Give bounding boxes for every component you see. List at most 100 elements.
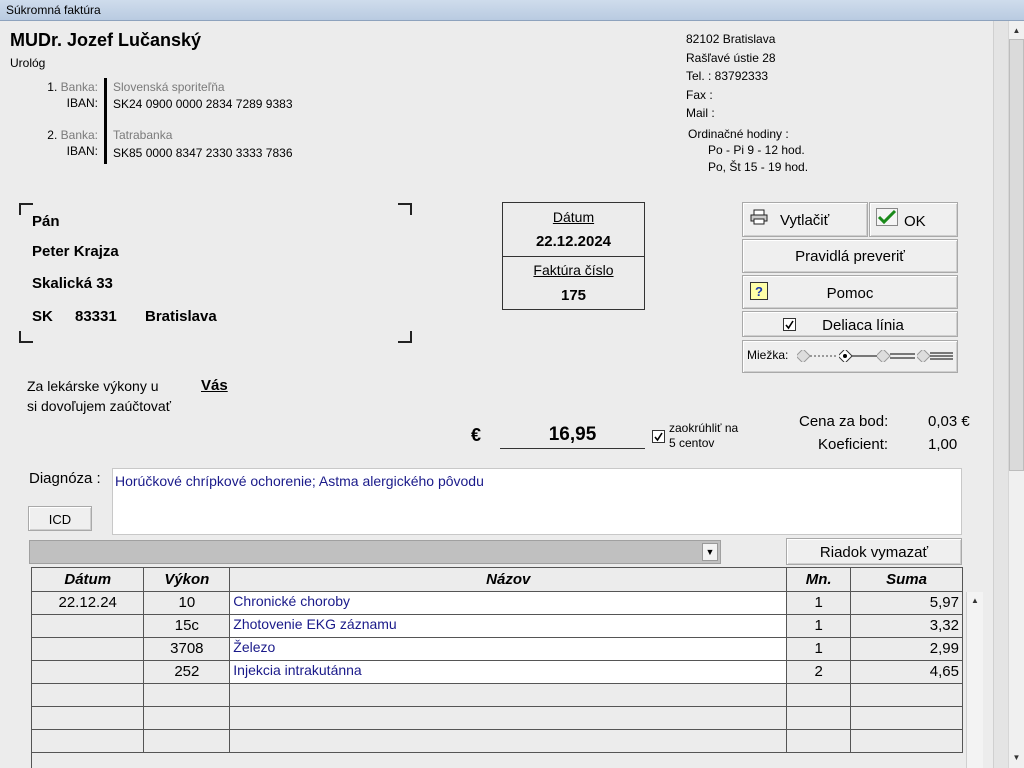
icd-button[interactable]: ICD — [28, 506, 92, 531]
divider-line-toggle[interactable]: Deliaca línia — [742, 311, 958, 337]
grid-style-label: Miežka: — [747, 348, 789, 362]
row-date[interactable] — [32, 660, 145, 684]
row-date[interactable] — [32, 614, 145, 638]
coefficient-label: Koeficient: — [818, 436, 889, 453]
ok-button[interactable]: OK — [869, 202, 958, 237]
invoice-number-value[interactable]: 175 — [503, 287, 644, 304]
bank-2-name: Tatrabanka — [113, 128, 173, 142]
column-header-qty[interactable]: Mn. — [786, 568, 852, 592]
checkbox-icon[interactable] — [783, 318, 796, 331]
table-row[interactable]: 22.12.24 10 Chronické choroby 1 5,97 — [32, 591, 963, 615]
bank-1-bank-label: Banka: — [60, 80, 98, 94]
check-rules-label: Pravidlá preveriť — [795, 248, 905, 265]
table-row-empty[interactable] — [32, 729, 963, 753]
row-qty[interactable]: 1 — [786, 591, 852, 615]
row-code[interactable]: 252 — [143, 660, 231, 684]
recipient-name: Peter Krajza — [32, 243, 119, 260]
services-table: Dátum Výkon Názov Mn. Suma 22.12.24 10 C… — [31, 567, 963, 768]
bank-2-label: 2. Banka: — [28, 128, 98, 142]
scrollbar-thumb[interactable] — [1009, 39, 1024, 471]
table-row-empty[interactable] — [32, 683, 963, 707]
services-line-1: Za lekárske výkony u — [27, 378, 159, 394]
help-button[interactable]: ? Pomoc — [742, 275, 958, 309]
table-row[interactable]: 252 Injekcia intrakutánna 2 4,65 — [32, 660, 963, 684]
scroll-up-icon[interactable]: ▲ — [967, 594, 983, 608]
row-code[interactable]: 10 — [143, 591, 231, 615]
envelope-corner-tr — [398, 203, 412, 215]
recipient-city: Bratislava — [145, 308, 217, 325]
bank-2-index: 2. — [47, 128, 58, 142]
checkmark-icon — [876, 208, 898, 226]
grid-style-solid-option[interactable] — [837, 348, 881, 365]
row-code[interactable]: 3708 — [143, 637, 231, 661]
price-per-point-value: 0,03 € — [928, 413, 970, 430]
service-combo[interactable]: ▼ — [29, 540, 721, 564]
table-scrollbar[interactable]: ▲ — [966, 592, 983, 768]
grid-style-double-option[interactable] — [875, 348, 917, 365]
column-header-sum[interactable]: Suma — [850, 568, 963, 592]
price-per-point-label: Cena za bod: — [799, 413, 889, 430]
diagnosis-input[interactable]: Horúčkové chrípkové ochorenie; Astma ale… — [112, 468, 962, 535]
grid-style-triple-option[interactable] — [915, 348, 955, 365]
address-fax: Fax : — [686, 88, 713, 102]
dropdown-arrow-icon[interactable]: ▼ — [702, 543, 718, 561]
total-amount: 16,95 — [548, 424, 597, 445]
check-rules-button[interactable]: Pravidlá preveriť — [742, 239, 958, 273]
help-icon: ? — [750, 282, 768, 300]
row-sum[interactable]: 5,97 — [850, 591, 963, 615]
bank-2-iban-label: IBAN: — [66, 144, 98, 158]
row-name[interactable]: Zhotovenie EKG záznamu — [229, 614, 788, 638]
row-name[interactable]: Chronické choroby — [229, 591, 788, 615]
row-name[interactable]: Železo — [229, 637, 788, 661]
column-header-date[interactable]: Dátum — [32, 568, 145, 592]
row-date[interactable]: 22.12.24 — [32, 591, 145, 615]
amount-underline — [500, 448, 645, 449]
recipient-street: Skalická 33 — [32, 275, 113, 292]
date-value[interactable]: 22.12.2024 — [503, 233, 644, 250]
row-sum[interactable]: 4,65 — [850, 660, 963, 684]
currency-symbol: € — [471, 425, 482, 445]
table-row-empty[interactable] — [32, 706, 963, 730]
address-tel: Tel. : 83792333 — [686, 69, 769, 83]
recipient-zip: 83331 — [75, 308, 117, 325]
row-date[interactable] — [32, 637, 145, 661]
delete-row-button[interactable]: Riadok vymazať — [786, 538, 962, 565]
grid-style-dashed-option[interactable] — [795, 348, 839, 365]
print-button-label: Vytlačiť — [780, 212, 830, 229]
round-checkbox-icon[interactable] — [652, 430, 665, 443]
coefficient-value: 1,00 — [928, 436, 958, 453]
bank-2-bank-label: Banka: — [60, 128, 98, 142]
services-line-2: si dovoľujem zaúčtovať — [27, 398, 171, 414]
services-for[interactable]: Vás — [201, 377, 228, 394]
divider-line-label: Deliaca línia — [822, 317, 904, 334]
ok-button-label: OK — [904, 213, 926, 230]
date-label: Dátum — [552, 209, 595, 225]
window-scrollbar[interactable]: ▲ ▼ — [993, 21, 1024, 768]
row-sum[interactable]: 2,99 — [850, 637, 963, 661]
office-hours-1: Po - Pi 9 - 12 hod. — [708, 143, 805, 157]
envelope-corner-tl — [19, 203, 33, 215]
row-qty[interactable]: 1 — [786, 637, 852, 661]
row-code[interactable]: 15c — [143, 614, 231, 638]
table-row[interactable]: 3708 Železo 1 2,99 — [32, 637, 963, 661]
table-header-row: Dátum Výkon Názov Mn. Suma — [32, 568, 963, 592]
address-street: Rašľavé ústie 28 — [686, 51, 776, 65]
window-title: Súkromná faktúra — [0, 0, 1024, 21]
bank-1-name: Slovenská sporiteľňa — [113, 80, 225, 94]
table-row[interactable]: 15c Zhotovenie EKG záznamu 1 3,32 — [32, 614, 963, 638]
bank-1-iban-label: IBAN: — [66, 96, 98, 110]
row-sum[interactable]: 3,32 — [850, 614, 963, 638]
print-button[interactable]: Vytlačiť — [742, 202, 868, 237]
envelope-corner-br — [398, 331, 412, 343]
icd-button-label: ICD — [48, 512, 72, 527]
column-header-code[interactable]: Výkon — [143, 568, 231, 592]
recipient-country: SK — [32, 308, 53, 325]
bank-1-index: 1. — [47, 80, 58, 94]
invoice-number-label: Faktúra číslo — [533, 262, 614, 278]
scroll-down-icon[interactable]: ▼ — [1009, 750, 1024, 766]
row-qty[interactable]: 2 — [786, 660, 852, 684]
column-header-name[interactable]: Názov — [229, 568, 788, 592]
row-qty[interactable]: 1 — [786, 614, 852, 638]
row-name[interactable]: Injekcia intrakutánna — [229, 660, 788, 684]
scroll-up-icon[interactable]: ▲ — [1009, 23, 1024, 39]
